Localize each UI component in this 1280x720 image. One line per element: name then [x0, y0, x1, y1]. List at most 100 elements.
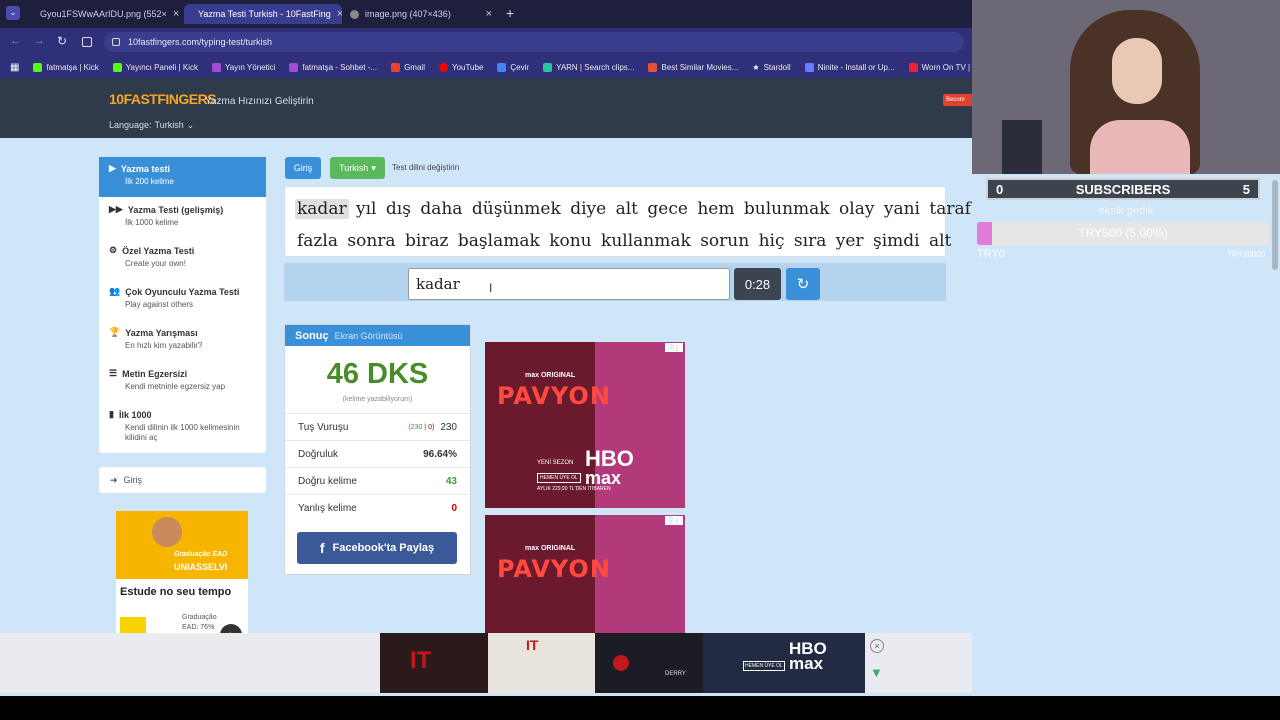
bookmark-item[interactable]: YARN | Search clips... — [543, 62, 634, 72]
bookmark-item[interactable]: Çevir — [497, 62, 529, 72]
bookmark-item[interactable]: YouTube — [438, 62, 483, 72]
word: gece — [647, 199, 688, 219]
url-field[interactable]: 10fastfingers.com/typing-test/turkish — [104, 32, 964, 52]
become-button[interactable]: Becom — [943, 94, 972, 106]
word: sıra — [793, 231, 827, 251]
reload-icon[interactable]: ↻ — [57, 34, 67, 48]
become-label: Becom — [946, 97, 965, 103]
bookmark-item[interactable]: Yayın Yönetici — [211, 62, 276, 72]
language-dropdown-button[interactable]: Turkish ▾ — [330, 157, 385, 179]
webcam-face — [1112, 38, 1162, 104]
login-button[interactable]: Giriş — [285, 157, 321, 179]
close-ad-icon[interactable]: × — [870, 639, 884, 653]
restart-button[interactable]: ↻ — [786, 268, 820, 300]
screenshot-link[interactable]: Ekran Görüntüsü — [335, 331, 403, 341]
tab-typing-test[interactable]: Yazma Testi Turkish - 10FastFing × — [184, 4, 342, 24]
red-balloon-icon — [613, 655, 629, 671]
gmail-icon — [391, 62, 401, 72]
bookmark-label: Yayın Yönetici — [224, 62, 276, 72]
bookmark-item[interactable]: fatmatşa - Sohbet -... — [289, 62, 377, 72]
back-icon[interactable]: ← — [10, 35, 21, 47]
word: şimdi — [872, 231, 920, 251]
sidebar-item-title: İlk 1000 — [118, 409, 152, 420]
sidebar-item-top-1000[interactable]: ▮ İlk 1000 Kendi dilinin ilk 1000 kelimes… — [99, 403, 266, 453]
ad-poster-title: IT — [526, 637, 539, 653]
sidebar-item-title: Çok Oyunculu Yazma Testi — [125, 286, 240, 297]
word: hiç — [758, 231, 785, 251]
result-panel: Sonuç Ekran Görüntüsü 46 DKS (kelime yaz… — [284, 324, 471, 575]
result-value: 0 — [451, 502, 457, 514]
sidebar-item-multiplayer[interactable]: 👥 Çok Oyunculu Yazma Testi Play against o… — [99, 280, 266, 320]
tab-title: Gyou1FSWwAArIDU.png (552× — [40, 9, 167, 19]
ad-poster-1[interactable]: IT — [380, 633, 488, 693]
bookmark-label: fatmatşa | Kick — [46, 62, 99, 72]
result-label: Doğru kelime — [298, 475, 357, 487]
sidebar-item-sub: İlk 1000 kelime — [125, 218, 179, 227]
close-tab-icon[interactable]: × — [173, 8, 179, 20]
hbo-ad-1[interactable]: max ORIGINAL PAVYON YENİ SEZON HEMEN ÜYE… — [485, 342, 685, 508]
bookmark-item[interactable]: fatmatşa | Kick — [33, 62, 99, 72]
tab-image-2[interactable]: image.png (407×436) × — [342, 4, 500, 24]
document-icon: ☰ — [109, 368, 118, 378]
left-advertisement[interactable]: Graduação EAD UNIASSELVI Estude no seu t… — [116, 511, 248, 633]
words-display: kadar yıl dış daha düşünmek diye alt gec… — [284, 186, 971, 257]
ad-next-arrow-icon[interactable]: › — [220, 624, 242, 633]
bookmark-label: Yayıncı Paneli | Kick — [125, 62, 198, 72]
trophy-icon: 🏆 — [109, 327, 121, 337]
bookmarks-bar: ▦ fatmatşa | Kick Yayıncı Paneli | Kick … — [0, 56, 972, 78]
word: konu — [549, 231, 592, 251]
bookmark-item[interactable]: Best Similar Movies... — [648, 62, 738, 72]
signal-bars-icon: ▮ — [109, 409, 114, 419]
sidebar-item-typing-test[interactable]: ▶ Yazma testi İlk 200 kelime — [99, 157, 266, 197]
bookmark-item[interactable]: ★ Stardoll — [752, 63, 790, 72]
url-text: 10fastfingers.com/typing-test/turkish — [128, 37, 273, 47]
word-current: kadar — [295, 199, 349, 219]
ad-line-2: UNIASSELVI — [174, 562, 228, 572]
goal-max: TRY10000 — [1227, 250, 1266, 259]
translate-icon — [497, 62, 507, 72]
sidebar-item-text-practice[interactable]: ☰ Metin Egzersizi Kendi metninle egzersiz… — [99, 362, 266, 402]
bookmark-item[interactable]: Ninite - Install or Up... — [804, 62, 895, 72]
bookmark-item[interactable]: Yayıncı Paneli | Kick — [112, 62, 198, 72]
sidebar-item-competition[interactable]: 🏆 Yazma Yarışması En hızlı kim yazabilir? — [99, 321, 266, 361]
sidebar-login-link[interactable]: ➜ Giriş — [99, 467, 266, 493]
ad-photo: Graduação EAD UNIASSELVI — [116, 511, 248, 579]
result-value: 43 — [445, 475, 457, 487]
change-language-link[interactable]: Test dilini değiştirin — [392, 163, 459, 172]
bookmark-item[interactable]: Worn On TV | Wher — [908, 62, 972, 72]
sidebar-item-sub: Kendi metninle egzersiz yap — [125, 382, 226, 391]
tab-image-1[interactable]: Gyou1FSWwAArIDU.png (552× × — [26, 4, 184, 24]
apps-grid-icon[interactable]: ▦ — [10, 62, 19, 73]
sidebar-item-advanced-test[interactable]: ▶▶ Yazma Testi (gelişmiş) İlk 1000 kelime — [99, 198, 266, 238]
typing-input[interactable]: kadar — [408, 268, 730, 300]
ad-poster-3[interactable]: DERRY — [595, 633, 703, 693]
ad-poster-2[interactable]: IT — [488, 633, 595, 693]
hbo-max-logo: HBO max — [789, 640, 827, 672]
adchoices-icon[interactable]: ⓘ⋮ — [665, 516, 683, 525]
page-scrollbar[interactable] — [1272, 180, 1278, 270]
yarn-icon — [543, 62, 553, 72]
language-selector[interactable]: Language: Turkish ⌄ — [109, 120, 194, 131]
sidebar-toggle-icon[interactable] — [82, 37, 92, 47]
sidebar-item-sub: Create your own! — [125, 259, 186, 268]
ad-price: AYLIK 229,90 TL'DEN İTİBAREN — [537, 486, 611, 492]
site-info-icon[interactable] — [112, 38, 120, 46]
hbo-ad-2[interactable]: max ORIGINAL PAVYON ⓘ⋮ — [485, 515, 685, 633]
close-tab-icon[interactable]: × — [486, 8, 492, 20]
subscriber-goal-bar: 0 SUBSCRIBERS 5 — [986, 178, 1260, 200]
forward-icon[interactable]: → — [34, 35, 45, 47]
keystroke-detail: (230 | 0) — [408, 423, 435, 431]
facebook-share-button[interactable]: f Facebook'ta Paylaş — [297, 532, 457, 564]
word: sorun — [700, 231, 750, 251]
bookmark-item[interactable]: Gmail — [391, 62, 425, 72]
site-logo[interactable]: 10FASTFINGERS — [109, 87, 217, 111]
sub-count-right: 5 — [1242, 181, 1250, 197]
site-header: 10FASTFINGERS Yazma Hızınızı Geliştirin … — [0, 78, 972, 138]
new-tab-icon[interactable]: + — [506, 5, 514, 21]
sidebar-item-custom-test[interactable]: ⚙ Özel Yazma Testi Create your own! — [99, 239, 266, 279]
gears-icon: ⚙ — [109, 245, 118, 255]
tab-list-chevron-icon[interactable]: ⌄ — [6, 6, 20, 20]
chevron-down-icon: ⌄ — [186, 120, 195, 130]
ad-poster-4[interactable]: HBO max HEMEN ÜYE OL — [703, 633, 865, 693]
adchoices-icon[interactable]: ⓘ⋮ — [665, 343, 683, 352]
